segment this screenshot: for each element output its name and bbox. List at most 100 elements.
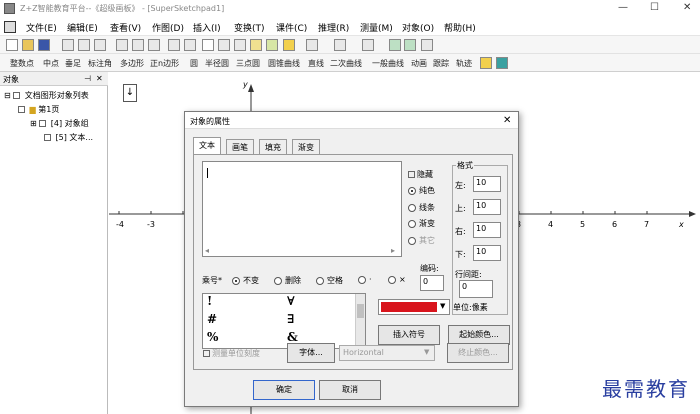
close-button[interactable]: ✕: [683, 2, 691, 13]
end-color-button[interactable]: 终止颜色...: [447, 343, 509, 363]
tool-general-curve[interactable]: 一般曲线: [372, 58, 404, 69]
tool-three-point-circle[interactable]: 三点圆: [236, 58, 260, 69]
menu-reasoning[interactable]: 推理(R): [318, 21, 349, 34]
symbol-item[interactable]: ∀: [287, 294, 295, 308]
dialog-close-button[interactable]: ✕: [503, 115, 511, 126]
save-icon[interactable]: [38, 39, 50, 51]
copy-format-icon[interactable]: [94, 39, 106, 51]
lines-radio[interactable]: [408, 203, 416, 212]
menu-transform[interactable]: 变换(T): [234, 21, 265, 34]
tool-polygon[interactable]: 多边形: [120, 58, 144, 69]
other-option[interactable]: 其它: [408, 235, 435, 246]
open-icon[interactable]: [22, 39, 34, 51]
menu-help[interactable]: 帮助(H): [444, 21, 476, 34]
tool-animation[interactable]: 动画: [411, 58, 427, 69]
tool-radius-circle[interactable]: 半径圆: [205, 58, 229, 69]
print-icon[interactable]: [62, 39, 74, 51]
multiply-keep-radio[interactable]: [232, 276, 240, 285]
undo-icon[interactable]: [168, 39, 180, 51]
tree-item-group[interactable]: ⊞ [4] 对象组: [30, 118, 89, 129]
hide-option[interactable]: 隐藏: [408, 169, 433, 180]
cancel-button[interactable]: 取消: [319, 380, 381, 400]
tree-item-group-checkbox[interactable]: [39, 120, 47, 127]
bottom-margin-input[interactable]: 10: [473, 245, 501, 261]
chart-icon[interactable]: [250, 39, 262, 51]
tab-gradient[interactable]: 渐变: [292, 139, 320, 154]
text-editor[interactable]: ◂ ▸: [202, 161, 402, 257]
other-radio[interactable]: [408, 236, 416, 245]
new-icon[interactable]: [6, 39, 18, 51]
tree-item-text-checkbox[interactable]: [44, 134, 51, 141]
menu-view[interactable]: 查看(V): [110, 21, 141, 34]
multiply-space-radio[interactable]: [316, 276, 324, 285]
tool-perpendicular-foot[interactable]: 垂足: [65, 58, 81, 69]
tool-regular-polygon[interactable]: 正n边形: [150, 58, 179, 69]
multiply-opt-space[interactable]: 空格: [316, 275, 343, 286]
tool-integer-point[interactable]: 整数点: [10, 58, 34, 69]
menu-object[interactable]: 对象(O): [402, 21, 434, 34]
tree-page[interactable]: ▆ 第1页: [18, 104, 59, 115]
fill-color-icon[interactable]: [334, 39, 346, 51]
zoom-in-icon[interactable]: [389, 39, 401, 51]
symbol-item[interactable]: ∃: [287, 312, 294, 326]
multiply-opt-dot[interactable]: ·: [358, 275, 372, 284]
color-dropdown[interactable]: ▼: [378, 299, 450, 315]
solid-radio[interactable]: [408, 186, 416, 195]
multiply-opt-keep[interactable]: 不变: [232, 275, 259, 286]
insert-symbol-button[interactable]: 插入符号: [378, 325, 440, 345]
panel-close-icon[interactable]: ✕: [96, 74, 103, 83]
multiply-times-radio[interactable]: [388, 275, 396, 284]
edit-tool-icon[interactable]: [266, 39, 278, 51]
redo-icon[interactable]: [184, 39, 196, 51]
paste-icon[interactable]: [148, 39, 160, 51]
symbol-item[interactable]: !: [207, 294, 212, 308]
tool-mark-angle[interactable]: 标注角: [88, 58, 112, 69]
image-icon[interactable]: [234, 39, 246, 51]
tab-pen[interactable]: 画笔: [226, 139, 254, 154]
right-margin-input[interactable]: 10: [473, 222, 501, 238]
direction-select[interactable]: Horizontal ▼: [339, 345, 435, 361]
font-color-icon[interactable]: [362, 39, 374, 51]
copy-icon[interactable]: [132, 39, 144, 51]
scale-option[interactable]: 测量单位刻度: [203, 348, 260, 359]
tree-item-text[interactable]: [5] 文本...: [44, 132, 93, 143]
menu-edit[interactable]: 编辑(E): [67, 21, 98, 34]
tab-text[interactable]: 文本: [193, 137, 221, 155]
ok-button[interactable]: 确定: [253, 380, 315, 400]
tab-fill[interactable]: 填充: [259, 139, 287, 154]
highlight-icon[interactable]: [283, 39, 295, 51]
cut-icon[interactable]: [116, 39, 128, 51]
multiply-opt-delete[interactable]: 删除: [274, 275, 301, 286]
maximize-button[interactable]: ☐: [650, 2, 659, 13]
tree-root-checkbox[interactable]: [13, 92, 21, 99]
font-button[interactable]: 字体...: [287, 343, 335, 363]
start-color-button[interactable]: 起始颜色...: [448, 325, 510, 345]
scrollbar-thumb[interactable]: [357, 304, 364, 318]
menu-insert[interactable]: 插入(I): [193, 21, 221, 34]
menu-draw[interactable]: 作图(D): [152, 21, 184, 34]
gradient-radio[interactable]: [408, 219, 416, 228]
preview-icon[interactable]: [78, 39, 90, 51]
multiply-opt-times[interactable]: ×: [388, 275, 406, 284]
top-margin-input[interactable]: 10: [473, 199, 501, 215]
left-margin-input[interactable]: 10: [473, 176, 501, 192]
menu-courseware[interactable]: 课件(C): [276, 21, 307, 34]
tool-locus[interactable]: 轨迹: [456, 58, 472, 69]
menu-measure[interactable]: 测量(M): [360, 21, 393, 34]
symbol-item[interactable]: #: [207, 312, 217, 326]
tree-collapse-icon[interactable]: ⊟: [4, 91, 11, 100]
tree-page-checkbox[interactable]: [18, 106, 25, 113]
select-arrow-icon[interactable]: [202, 39, 214, 51]
tool-trace[interactable]: 跟踪: [433, 58, 449, 69]
hide-checkbox[interactable]: [408, 171, 415, 178]
zoom-out-icon[interactable]: [404, 39, 416, 51]
scale-checkbox[interactable]: [203, 350, 210, 357]
text-tool-icon[interactable]: [218, 39, 230, 51]
minimize-button[interactable]: —: [618, 2, 628, 13]
symbol-list[interactable]: ! ∀ # ∃ % &: [202, 293, 366, 349]
symbol-item[interactable]: %: [207, 330, 218, 344]
toggle-button[interactable]: ↓: [123, 84, 137, 102]
tree-root[interactable]: ⊟ 文档图形对象列表: [4, 90, 89, 101]
line-style-icon[interactable]: [306, 39, 318, 51]
menu-file[interactable]: 文件(E): [26, 21, 57, 34]
